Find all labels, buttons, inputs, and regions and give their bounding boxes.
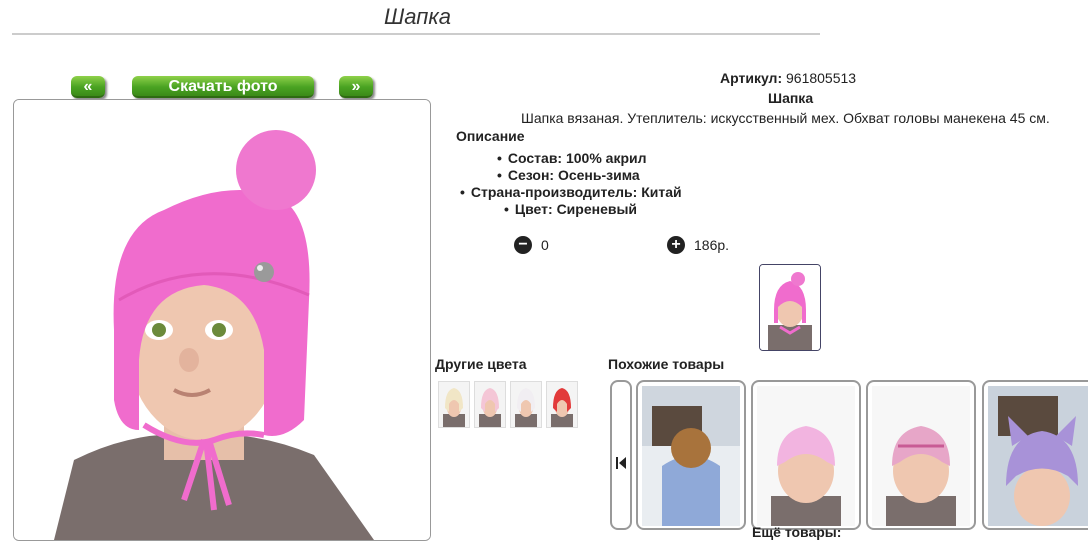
skip-first-icon	[616, 457, 626, 469]
plus-circle-icon[interactable]: +	[667, 236, 685, 254]
white-hat-swatch-image	[511, 382, 541, 427]
color-swatch-cream[interactable]	[438, 381, 470, 428]
spec-item: Страна-производитель: Китай	[460, 184, 682, 200]
similar-products-heading: Похожие товары	[608, 356, 725, 372]
article-value: 961805513	[786, 70, 857, 86]
spec-item: Сезон: Осень-зима	[497, 167, 640, 183]
similar-product-card[interactable]	[636, 380, 746, 530]
price-value: 186р.	[694, 237, 730, 253]
main-product-photo[interactable]	[13, 99, 431, 541]
article-label: Артикул:	[720, 70, 783, 86]
thumbnail-image	[760, 265, 820, 350]
print-beanie-child-image	[872, 386, 970, 526]
title-divider	[12, 33, 820, 35]
light-pink-hat-swatch-image	[475, 382, 505, 427]
spec-item: Состав: 100% акрил	[497, 150, 647, 166]
product-summary: Шапка вязаная. Утеплитель: искусственный…	[521, 110, 1050, 126]
child-in-pink-hat-image	[14, 100, 430, 540]
color-swatch-white[interactable]	[510, 381, 542, 428]
color-swatch-red[interactable]	[546, 381, 578, 428]
other-colors-heading: Другие цвета	[435, 356, 527, 372]
download-photo-button[interactable]: Скачать фото	[132, 76, 314, 98]
red-hat-swatch-image	[547, 382, 577, 427]
article-row: Артикул: 961805513	[720, 70, 856, 86]
similar-product-card[interactable]	[982, 380, 1088, 530]
similar-product-card[interactable]	[866, 380, 976, 530]
minus-circle-icon[interactable]: −	[514, 236, 532, 254]
page-title: Шапка	[384, 4, 451, 29]
carousel-prev-button[interactable]	[610, 380, 632, 530]
pink-beanie-child-image	[757, 386, 855, 526]
selected-thumbnail[interactable]	[759, 264, 821, 351]
next-photo-button[interactable]: »	[339, 76, 373, 98]
blue-pompom-hat-image	[642, 386, 740, 526]
lilac-cat-ear-hat-image	[988, 386, 1088, 526]
more-products-heading: Ещё товары:	[752, 524, 842, 540]
spec-item: Цвет: Сиреневый	[504, 201, 637, 217]
prev-photo-button[interactable]: «	[71, 76, 105, 98]
quantity-value: 0	[541, 237, 549, 253]
similar-product-card[interactable]	[751, 380, 861, 530]
product-name: Шапка	[768, 90, 814, 106]
description-heading: Описание	[456, 128, 525, 144]
cream-hat-swatch-image	[439, 382, 469, 427]
color-swatch-light-pink[interactable]	[474, 381, 506, 428]
